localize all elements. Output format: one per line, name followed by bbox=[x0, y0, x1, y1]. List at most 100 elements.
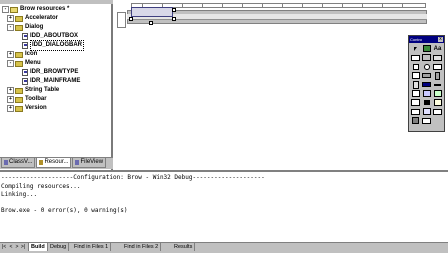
tree-item-idr-mainframe[interactable]: IDR_MAINFRAME bbox=[22, 77, 80, 86]
output-line: Linking... bbox=[1, 191, 38, 198]
slider-tool-icon[interactable] bbox=[433, 81, 442, 88]
collapse-icon[interactable]: - bbox=[2, 6, 9, 13]
folder-icon bbox=[10, 6, 18, 13]
tab-debug[interactable]: Debug bbox=[48, 243, 70, 251]
static-text-tool-icon[interactable]: Aa bbox=[433, 45, 442, 52]
dialog-resource-icon bbox=[22, 42, 28, 49]
collapse-icon[interactable]: - bbox=[7, 60, 14, 67]
list-box-tool-icon[interactable] bbox=[411, 72, 420, 79]
tab-find-in-files-2[interactable]: Find in Files 2 bbox=[122, 243, 162, 251]
tree-item-label: IDD_DIALOGBAR bbox=[30, 40, 85, 51]
custom-control-tool-icon[interactable] bbox=[411, 117, 420, 124]
tree-item-label: String Table bbox=[25, 87, 60, 93]
pointer-tool-icon[interactable] bbox=[411, 45, 420, 52]
tab-control-tool-icon[interactable] bbox=[411, 99, 420, 106]
expand-icon[interactable]: + bbox=[7, 87, 14, 94]
output-line: Brow.exe - 0 error(s), 0 warning(s) bbox=[1, 207, 128, 214]
output-window[interactable]: --------------------Configuration: Brow … bbox=[0, 170, 448, 252]
tree-item-toolbar[interactable]: + Toolbar bbox=[7, 95, 47, 104]
list-control-tool-icon[interactable] bbox=[422, 90, 431, 97]
expand-icon[interactable]: + bbox=[7, 105, 14, 112]
classview-icon bbox=[4, 160, 8, 165]
tree-item-version[interactable]: + Version bbox=[7, 104, 47, 113]
radio-button-tool-icon[interactable] bbox=[422, 63, 431, 70]
tab-classview[interactable]: ClassV... bbox=[1, 158, 36, 168]
combo-box-tool-icon[interactable] bbox=[433, 63, 442, 70]
ip-address-tool-icon[interactable] bbox=[433, 108, 442, 115]
tab-results[interactable]: Results bbox=[172, 243, 196, 251]
tab-fileview[interactable]: FileView bbox=[72, 158, 107, 168]
tree-item-label: IDR_MAINFRAME bbox=[30, 78, 81, 84]
output-line: --------------------Configuration: Brow … bbox=[1, 174, 265, 181]
folder-icon bbox=[15, 60, 23, 67]
workspace-pane: - Brow resources * + Accelerator - Dialo… bbox=[0, 0, 113, 170]
tree-item-label: Accelerator bbox=[25, 15, 59, 21]
tree-item-accelerator[interactable]: + Accelerator bbox=[7, 14, 58, 23]
button-tool-icon[interactable] bbox=[433, 54, 442, 61]
expand-icon[interactable]: + bbox=[7, 51, 14, 58]
rich-edit-tool-icon[interactable] bbox=[433, 99, 442, 106]
menu-resource-icon bbox=[22, 69, 28, 76]
tab-label: FileView bbox=[80, 159, 104, 165]
folder-icon bbox=[15, 96, 23, 103]
resize-handle[interactable] bbox=[172, 8, 176, 12]
tree-item-idd-dialogbar[interactable]: IDD_DIALOGBAR bbox=[22, 40, 85, 51]
resize-handle[interactable] bbox=[149, 21, 153, 25]
expand-icon[interactable]: + bbox=[7, 96, 14, 103]
tree-item-dialog[interactable]: - Dialog bbox=[7, 23, 43, 32]
tree-item-label: IDR_BROWTYPE bbox=[30, 69, 79, 75]
collapse-icon[interactable]: - bbox=[7, 24, 14, 31]
horizontal-scrollbar-tool-icon[interactable] bbox=[422, 72, 431, 79]
controls-toolbar: Contro x Aa bbox=[408, 35, 445, 132]
tree-item-label: Dialog bbox=[25, 24, 44, 30]
last-tab-icon[interactable]: >| bbox=[19, 244, 27, 251]
dialog-editor[interactable] bbox=[117, 0, 448, 170]
tree-item-string-table[interactable]: + String Table bbox=[7, 86, 59, 95]
dialog-resource-icon bbox=[22, 33, 28, 40]
animate-tool-icon[interactable] bbox=[422, 99, 431, 106]
resourceview-icon bbox=[39, 160, 44, 165]
tab-label: Resour... bbox=[44, 159, 69, 165]
hotkey-tool-icon[interactable] bbox=[411, 90, 420, 97]
tree-item-idr-browtype[interactable]: IDR_BROWTYPE bbox=[22, 68, 78, 77]
menu-resource-icon bbox=[22, 78, 28, 85]
checkbox-tool-icon[interactable] bbox=[411, 63, 420, 70]
workspace-top-strip bbox=[0, 0, 113, 4]
resize-handle[interactable] bbox=[129, 17, 133, 21]
expand-icon[interactable]: + bbox=[7, 15, 14, 22]
tree-item-icon[interactable]: + Icon bbox=[7, 50, 37, 59]
tree-item-label: Icon bbox=[25, 51, 38, 57]
date-time-picker-tool-icon[interactable] bbox=[411, 108, 420, 115]
tab-build[interactable]: Build bbox=[28, 243, 48, 251]
tab-find-in-files-1[interactable]: Find in Files 1 bbox=[72, 243, 112, 251]
resize-handle[interactable] bbox=[172, 17, 176, 21]
output-line: Compiling resources... bbox=[1, 183, 81, 190]
folder-icon bbox=[15, 15, 23, 22]
tab-resourceview[interactable]: Resour... bbox=[36, 158, 72, 168]
tree-control-tool-icon[interactable] bbox=[433, 90, 442, 97]
controls-toolbar-title-text: Contro bbox=[410, 37, 423, 42]
selected-control[interactable] bbox=[131, 7, 173, 17]
edit-box-tool-icon[interactable] bbox=[411, 54, 420, 61]
spin-tool-icon[interactable] bbox=[411, 80, 420, 89]
tab-label: ClassV... bbox=[9, 159, 33, 165]
tree-item-brow-resources[interactable]: - Brow resources * bbox=[2, 5, 69, 14]
controls-toolbar-title[interactable]: Contro x bbox=[409, 36, 444, 43]
vertical-scrollbar-tool-icon[interactable] bbox=[433, 71, 442, 80]
tree-item-label: Version bbox=[25, 105, 47, 111]
month-calendar-tool-icon[interactable] bbox=[422, 108, 431, 115]
folder-icon bbox=[15, 105, 23, 112]
vertical-ruler bbox=[117, 12, 126, 28]
fileview-icon bbox=[75, 160, 80, 165]
progress-tool-icon[interactable] bbox=[422, 81, 431, 88]
folder-icon bbox=[15, 87, 23, 94]
output-tabs: |< < > >| Build Debug Find in Files 1 Fi… bbox=[0, 242, 448, 253]
tree-item-label: Brow resources * bbox=[20, 6, 70, 12]
tree-item-menu[interactable]: - Menu bbox=[7, 59, 41, 68]
folder-icon bbox=[15, 24, 23, 31]
extended-combo-tool-icon[interactable] bbox=[422, 117, 431, 124]
group-box-tool-icon[interactable] bbox=[422, 54, 431, 61]
resource-tree: - Brow resources * + Accelerator - Dialo… bbox=[0, 5, 112, 155]
picture-tool-icon[interactable] bbox=[422, 45, 431, 52]
close-icon[interactable]: x bbox=[438, 37, 443, 42]
